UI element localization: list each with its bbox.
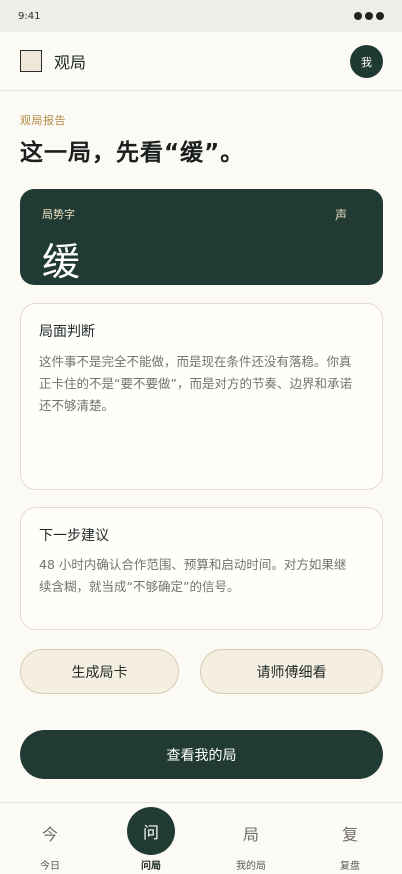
assessment-title: 局面判断 bbox=[39, 324, 95, 340]
page-title: 这一局，先看“缓”。 bbox=[20, 140, 245, 166]
tab-review[interactable]: 复 复盘 bbox=[300, 803, 400, 874]
tab-my-situations[interactable]: 局 我的局 bbox=[201, 803, 301, 874]
status-time: 9:41 bbox=[18, 10, 41, 22]
advice-title: 下一步建议 bbox=[39, 528, 109, 544]
avatar[interactable]: 我 bbox=[350, 45, 383, 78]
situation-label: 局势字 bbox=[42, 208, 75, 221]
today-icon: 今 bbox=[41, 825, 59, 844]
tab-label: 问局 bbox=[141, 861, 161, 872]
sound-button[interactable]: 声 bbox=[335, 206, 347, 223]
situation-icon: 局 bbox=[242, 825, 260, 844]
tab-label: 今日 bbox=[40, 861, 60, 872]
report-kicker: 观局报告 bbox=[20, 114, 66, 127]
app-logo-icon bbox=[20, 50, 42, 72]
tab-label: 复盘 bbox=[340, 861, 360, 872]
advice-card: 下一步建议 48 小时内确认合作范围、预算和启动时间。对方如果继续含糊，就当成“… bbox=[20, 507, 383, 630]
status-indicators-icon bbox=[354, 12, 384, 20]
situation-card: 局势字 声 缓 bbox=[20, 189, 383, 285]
app-title: 观局 bbox=[54, 53, 87, 72]
tab-ask[interactable]: 问 问局 bbox=[101, 803, 201, 874]
view-my-situation-button[interactable]: 查看我的局 bbox=[20, 730, 383, 779]
assessment-body: 这件事不是完全不能做，而是现在条件还没有落稳。你真正卡住的不是“要不要做”，而是… bbox=[39, 354, 352, 413]
situation-character: 缓 bbox=[42, 240, 81, 284]
review-icon: 复 bbox=[341, 825, 359, 844]
ask-master-button[interactable]: 请师傅细看 bbox=[200, 649, 383, 694]
assessment-card: 局面判断 这件事不是完全不能做，而是现在条件还没有落稳。你真正卡住的不是“要不要… bbox=[20, 303, 383, 490]
generate-card-button[interactable]: 生成局卡 bbox=[20, 649, 179, 694]
tab-today[interactable]: 今 今日 bbox=[0, 803, 100, 874]
tab-bar: 今 今日 问 问局 局 我的局 复 复盘 bbox=[0, 802, 402, 874]
ask-icon: 问 bbox=[127, 807, 175, 855]
status-bar: 9:41 bbox=[0, 0, 402, 32]
advice-body: 48 小时内确认合作范围、预算和启动时间。对方如果继续含糊，就当成“不够确定”的… bbox=[39, 557, 347, 594]
tab-label: 我的局 bbox=[236, 861, 266, 872]
app-header: 观局 我 bbox=[0, 32, 402, 91]
